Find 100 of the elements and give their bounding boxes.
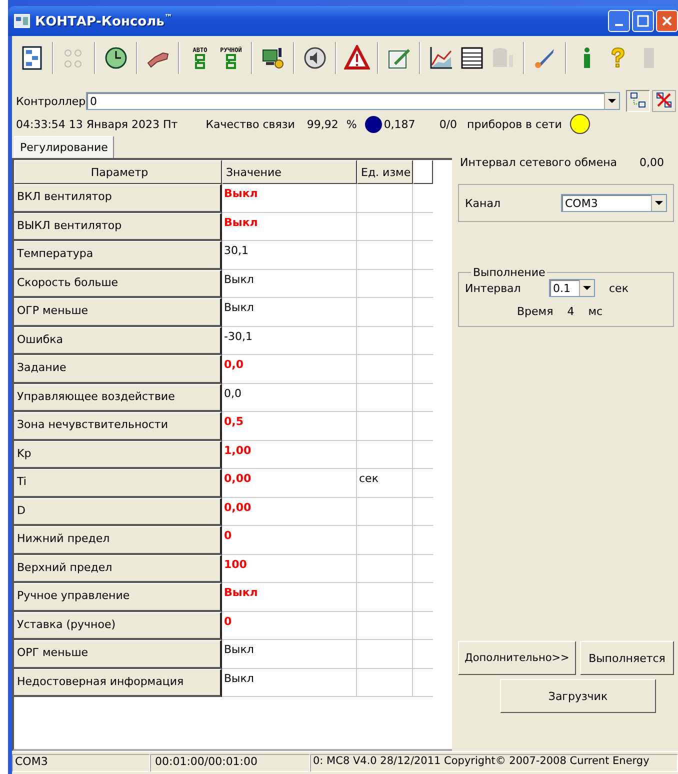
time-value: 4 [567,305,574,318]
percent-sign: % [346,118,357,130]
value-cell[interactable]: 0,00 [222,498,357,526]
value-cell[interactable]: 1,00 [222,440,357,469]
parameter-cell: Верхний предел [14,554,222,583]
switch-icon [224,54,238,70]
unit-cell [357,668,413,697]
column-header: Значение [222,160,357,184]
unit-cell [357,440,413,469]
maximize-button[interactable] [632,10,654,32]
column-header: Параметр [14,160,222,184]
parameter-cell: D [14,498,222,526]
channel-dropdown[interactable]: COM3 [561,194,667,212]
status-bar-field: 00:01:00/00:01:00 [150,754,310,772]
response-value: 0,187 [384,118,416,130]
unit-cell [357,583,413,612]
value-cell[interactable]: 100 [222,554,357,583]
parameter-cell: ВКЛ вентилятор [14,184,222,212]
close-icon [661,15,673,27]
value-cell[interactable]: -30,1 [222,326,357,355]
loader-button[interactable]: Загрузчик [500,679,656,713]
value-cell[interactable]: 0,00 [222,469,357,498]
switch-icon [193,54,207,70]
date-time: 04:33:54 13 Января 2023 Пт [16,118,178,130]
parameter-cell: Нижний предел [14,526,222,554]
status-bar-field: COM3 [12,754,150,772]
value-cell[interactable]: Выкл [222,668,357,697]
value-cell[interactable]: 0,0 [222,355,357,384]
value-cell[interactable]: Выкл [222,184,357,212]
tree-view-icon[interactable] [626,90,650,112]
unit-cell: сек [357,469,413,498]
parameter-cell: Уставка (ручное) [14,612,222,640]
device-count: 0/0 [439,118,458,130]
unit-cell [357,184,413,212]
more-button[interactable]: Дополнительно>> [458,641,576,675]
dropdown-arrow-icon [655,200,663,206]
devices-label: приборов в сети [467,118,562,130]
controller-label: Контроллер [16,94,86,108]
value-cell[interactable]: 0 [222,526,357,554]
maximize-icon [637,15,649,27]
unit-cell [357,526,413,554]
tab[interactable]: Регулирование [14,136,114,158]
disconnect-icon[interactable] [652,90,676,112]
parameter-cell: ОРГ меньше [14,640,222,668]
quality-label: Качество связи [206,118,295,130]
time-unit: мс [588,305,603,318]
unit-cell [357,640,413,668]
parameter-cell: Ошибка [14,326,222,355]
unit-cell [357,554,413,583]
dropdown-arrow-icon [583,286,591,290]
window-title: КОНТАР-Консоль$^{™}$ [35,12,172,30]
network-indicator [570,114,590,134]
time-label: Время [517,305,554,318]
running-button[interactable]: Выполняется [580,641,674,675]
unit-cell [357,384,413,412]
value-cell[interactable]: Выкл [222,640,357,668]
parameter-cell: Kp [14,440,222,469]
parameter-cell: Скорость больше [14,270,222,298]
value-cell[interactable]: 0 [222,612,357,640]
app-window-icon [14,14,30,28]
value-cell[interactable]: 0,5 [222,412,357,440]
unit-cell [357,241,413,270]
close-button[interactable] [656,10,678,32]
status-bar-field: 0: MC8 V4.0 28/12/2011 Copyright© 2007-2008 Current Energy [310,754,678,772]
unit-cell [357,355,413,384]
unit-cell [357,212,413,241]
quality-value: 99,92 [306,118,338,130]
parameter-cell: Зона нечувствительности [14,412,222,440]
parameter-cell: Недостоверная информация [14,668,222,697]
value-cell[interactable]: 0,0 [222,384,357,412]
unit-cell [357,270,413,298]
minimize-button[interactable] [608,10,630,32]
unit-cell [357,326,413,355]
unit-cell [357,498,413,526]
value-cell[interactable]: 30,1 [222,241,357,270]
interval-dropdown[interactable]: 0.1 [549,279,595,297]
minimize-icon [615,24,623,26]
dropdown-arrow-icon [608,98,616,104]
exchange-interval-label: Интервал сетевого обмена [460,156,618,171]
parameter-cell: Ti [14,469,222,498]
value-cell[interactable]: Выкл [222,298,357,326]
exchange-interval-value: 0,00 [640,156,664,171]
parameter-cell: Задание [14,355,222,384]
interval-label: Интервал [465,282,522,294]
unit-cell [357,298,413,326]
column-header: Ед. изме [357,160,413,184]
controller-dropdown[interactable]: 0 [86,92,620,110]
value-cell[interactable]: Выкл [222,212,357,241]
parameter-cell: ОГР меньше [14,298,222,326]
parameter-cell: ВЫКЛ вентилятор [14,212,222,241]
unit-cell [357,412,413,440]
status-dot-icon [364,116,382,132]
interval-unit: сек [609,282,628,294]
execution-title: Выполнение [472,266,546,279]
value-cell[interactable]: Выкл [222,583,357,612]
unit-cell [357,612,413,640]
channel-label: Канал [465,196,502,210]
parameter-cell: Управляющее воздействие [14,384,222,412]
value-cell[interactable]: Выкл [222,270,357,298]
parameter-cell: Температура [14,241,222,270]
